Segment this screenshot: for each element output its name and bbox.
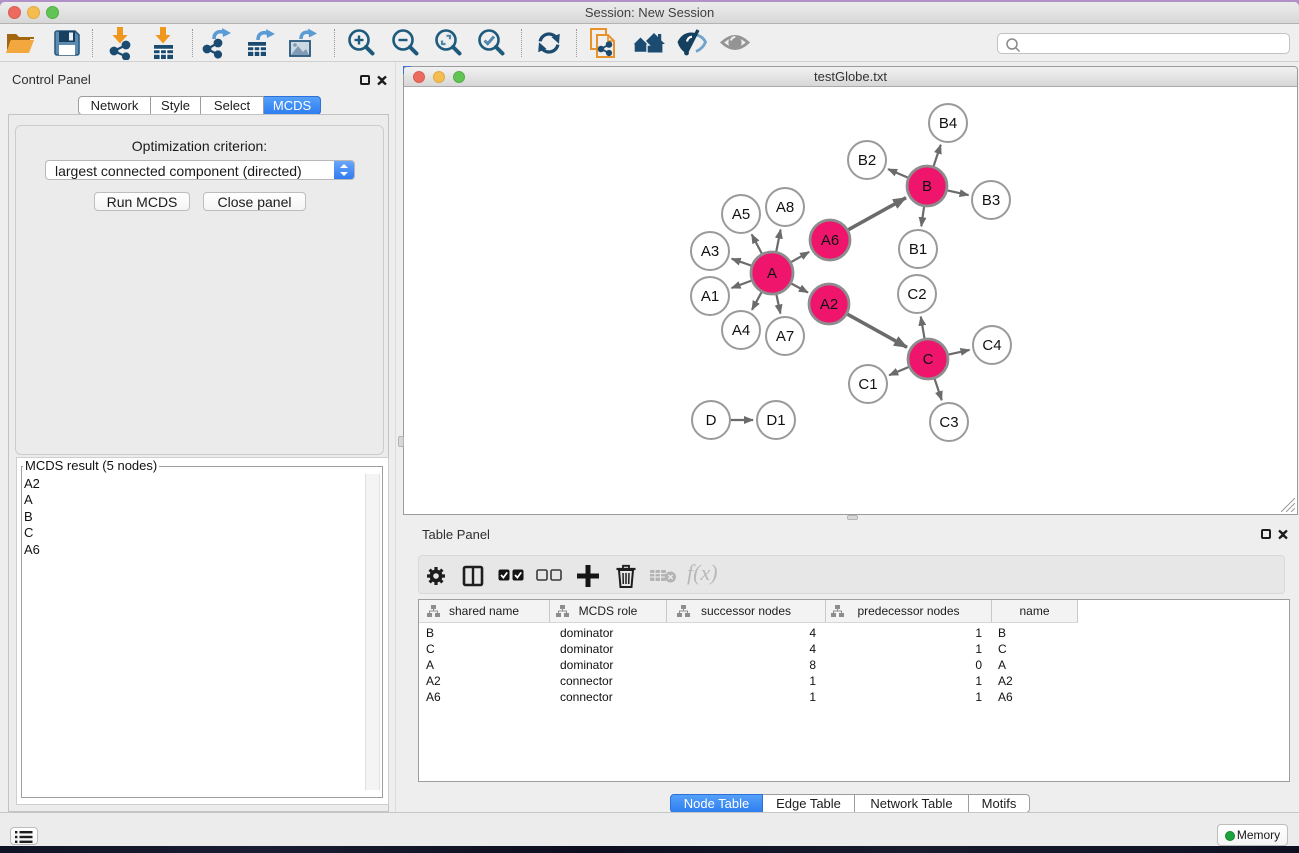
svg-text:C3: C3 — [939, 414, 958, 431]
svg-text:B4: B4 — [939, 115, 957, 132]
svg-text:C2: C2 — [907, 286, 926, 303]
svg-text:C4: C4 — [982, 337, 1001, 354]
svg-text:B: B — [922, 178, 932, 195]
svg-text:A5: A5 — [732, 206, 750, 223]
svg-text:A2: A2 — [820, 296, 838, 313]
svg-text:A1: A1 — [701, 288, 719, 305]
svg-text:A7: A7 — [776, 328, 794, 345]
svg-text:D1: D1 — [766, 412, 785, 429]
svg-text:A3: A3 — [701, 243, 719, 260]
svg-text:B2: B2 — [858, 152, 876, 169]
svg-text:A8: A8 — [776, 199, 794, 216]
svg-text:B1: B1 — [909, 241, 927, 258]
svg-text:A4: A4 — [732, 322, 750, 339]
svg-text:A6: A6 — [821, 232, 839, 249]
svg-text:D: D — [706, 412, 717, 429]
svg-text:C: C — [923, 351, 934, 368]
svg-text:B3: B3 — [982, 192, 1000, 209]
svg-text:C1: C1 — [858, 376, 877, 393]
svg-text:A: A — [767, 265, 777, 282]
